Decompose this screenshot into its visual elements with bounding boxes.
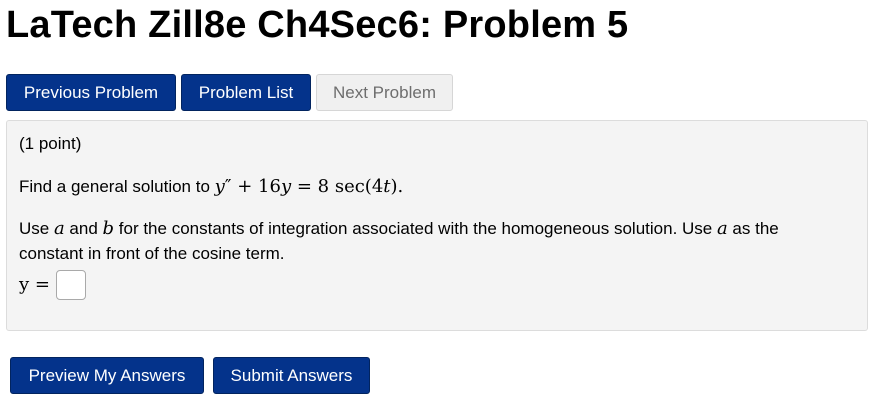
next-problem-button: Next Problem [316, 74, 453, 111]
equation-equals: = 8 sec(4 [291, 176, 384, 197]
equation-t: t [383, 176, 391, 197]
preview-answers-button[interactable]: Preview My Answers [10, 357, 204, 394]
answer-input[interactable] [56, 270, 86, 300]
instruction-b: b [102, 218, 115, 239]
problem-instruction-line1: Use a and b for the constants of integra… [19, 217, 779, 241]
problem-list-button[interactable]: Problem List [181, 74, 311, 111]
equation-plus: + 16 [231, 176, 281, 197]
statement-prefix: Find a general solution to [19, 177, 215, 196]
instruction-part4: as the [727, 219, 779, 238]
instruction-part3: for the constants of integration associa… [114, 219, 717, 238]
answer-label: y = [19, 274, 50, 295]
previous-problem-button[interactable]: Previous Problem [6, 74, 176, 111]
problem-points: (1 point) [19, 134, 82, 153]
problem-body: (1 point) Find a general solution to y″ … [6, 120, 868, 331]
equation-y2: y [280, 176, 292, 197]
equation-close: ). [390, 176, 404, 197]
problem-instruction-line2: constant in front of the cosine term. [19, 244, 285, 263]
problem-statement: Find a general solution to y″ + 16y = 8 … [19, 175, 403, 199]
instruction-part2: and [64, 219, 103, 238]
instruction-a2: a [716, 218, 728, 239]
page-title: LaTech Zill8e Ch4Sec6: Problem 5 [6, 4, 629, 46]
equation-y: y [214, 176, 225, 197]
equation-prime: ″ [224, 176, 232, 197]
webwork-problem-page: LaTech Zill8e Ch4Sec6: Problem 5 Previou… [0, 0, 892, 405]
instruction-part1: Use [19, 219, 54, 238]
submit-answers-button[interactable]: Submit Answers [213, 357, 370, 394]
instruction-a: a [53, 218, 65, 239]
